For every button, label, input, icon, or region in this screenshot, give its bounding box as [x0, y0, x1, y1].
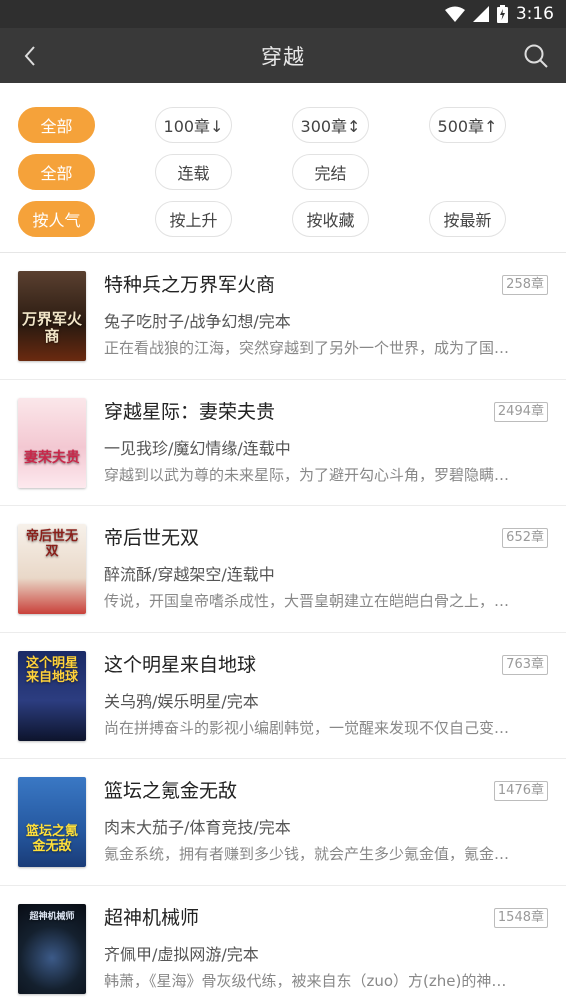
filter-row-sort: 按人气 按上升 按收藏 按最新 [0, 195, 566, 242]
book-meta: 关乌鸦/娱乐明星/完本 [104, 691, 259, 711]
status-bar: 3:16 [0, 0, 566, 28]
book-info: 篮坛之氪金无敌 1476章肉末大茄子/体育竞技/完本氪金系统，拥有者赚到多少钱，就… [104, 777, 548, 885]
book-item[interactable]: 帝后世无双 帝后世无双 652章醉流酥/穿越架空/连载中传说，开国皇帝嗜杀成性，大晋… [0, 506, 566, 633]
filter-row-status: 全部 连载 完结 [0, 148, 566, 195]
filter-length-300[interactable]: 300章↕ [292, 106, 369, 143]
page-title: 穿越 [261, 44, 305, 69]
book-title: 特种兵之万界军火商 [104, 274, 276, 296]
book-cover: 帝后世无双 [18, 524, 86, 614]
book-cover-title: 这个明星来自地球 [25, 655, 78, 686]
book-item[interactable]: 篮坛之氪金无敌 篮坛之氪金无敌 1476章 肉末大茄子/体育竞技/完本 氪金系统，拥有者… [0, 759, 566, 886]
wifi-icon [444, 6, 465, 22]
book-item[interactable]: 万界军火商 特种兵之万界军火商 258章兔子吃肘子/战争幻想/完本正在看战狼的江海，… [0, 253, 566, 380]
filter-status-all[interactable]: 全部 [18, 153, 95, 190]
app-bar: 穿越 [0, 28, 566, 83]
book-description: 正在看战狼的江海，突然穿越到了另外一个世界，成为了国… [104, 339, 510, 357]
sort-favorites[interactable]: 按收藏 [292, 200, 369, 237]
filter-length-500[interactable]: 500章↑ [429, 106, 506, 143]
book-meta: 醉流酥/穿越架空/连载中 [104, 565, 275, 584]
book-cover: 万界军火商 [18, 271, 86, 361]
book-meta: 一见我珍/魔幻情缘/连载中 [104, 438, 291, 458]
book-cover-title: 万界军火商 [22, 310, 83, 346]
chapter-count-badge: 652章 [502, 528, 548, 548]
book-list: 万界军火商 特种兵之万界军火商 258章兔子吃肘子/战争幻想/完本正在看战狼的江海，… [0, 253, 566, 1006]
book-item[interactable]: 这个明星来自地球 这个明星来自地球 763章关乌鸦/娱乐明星/完本尚在拼搏奋斗的影视… [0, 633, 566, 759]
back-button[interactable] [12, 38, 48, 74]
book-description: 传说，开国皇帝嗜杀成性，大晋皇朝建立在皑皑白骨之上，… [104, 592, 510, 610]
book-cover: 篮坛之氪金无敌 [18, 777, 86, 867]
book-info: 超神机械师 1548章齐佩甲/虚拟网游/完本韩萧，《星海》骨灰级代练，被来自东（z… [104, 904, 548, 1006]
search-button[interactable] [518, 38, 554, 74]
sort-newest[interactable]: 按最新 [429, 200, 506, 237]
book-meta: 肉末大茄子/体育竞技/完本 [104, 818, 291, 837]
book-cover-title: 超神机械师 [29, 911, 75, 922]
book-cover: 这个明星来自地球 [18, 650, 86, 741]
filter-length-all[interactable]: 全部 [18, 106, 95, 143]
chapter-count-badge: 1548章 [493, 907, 548, 928]
book-cover: 妻荣夫贵 [18, 397, 86, 488]
battery-icon [496, 5, 508, 23]
book-description: 穿越到以武为尊的未来星际，为了避开勾心斗角，罗碧隐瞒… [104, 465, 510, 484]
filter-row-length: 全部 100章↓ 300章↕ 500章↑ [0, 101, 566, 148]
book-info: 穿越星际：妻荣夫贵 2494章一见我珍/魔幻情缘/连载中穿越到以武为尊的未来星际，… [104, 398, 548, 506]
book-cover-title: 妻荣夫贵 [24, 449, 80, 466]
sort-popular[interactable]: 按人气 [18, 200, 95, 237]
book-cover: 超神机械师 [18, 903, 86, 994]
book-title: 穿越星际：妻荣夫贵 [104, 400, 276, 423]
filter-panel: 全部 100章↓ 300章↕ 500章↑ 全部 连载 完结 按人气 按上升 按收… [0, 83, 566, 253]
book-item[interactable]: 超神机械师 超神机械师 1548章齐佩甲/虚拟网游/完本韩萧，《星海》骨灰级代练，被… [0, 886, 566, 1006]
chapter-count-badge: 763章 [502, 654, 548, 675]
book-info: 这个明星来自地球 763章关乌鸦/娱乐明星/完本尚在拼搏奋斗的影视小编剧韩觉，一觉… [104, 651, 548, 759]
filter-length-100[interactable]: 100章↓ [155, 106, 232, 143]
filter-status-finished[interactable]: 完结 [292, 153, 369, 190]
signal-icon [472, 6, 489, 22]
book-meta: 齐佩甲/虚拟网游/完本 [104, 944, 259, 964]
search-icon [524, 44, 548, 68]
book-title: 帝后世无双 [104, 527, 200, 549]
book-title: 篮坛之氪金无敌 [104, 780, 238, 802]
book-title: 这个明星来自地球 [104, 653, 257, 676]
book-description: 尚在拼搏奋斗的影视小编剧韩觉，一觉醒来发现不仅自己变… [104, 718, 510, 737]
chevron-left-icon [24, 45, 35, 66]
filter-status-ongoing[interactable]: 连载 [155, 153, 232, 190]
book-item[interactable]: 妻荣夫贵 穿越星际：妻荣夫贵 2494章一见我珍/魔幻情缘/连载中穿越到以武为尊的未… [0, 380, 566, 506]
book-meta: 兔子吃肘子/战争幻想/完本 [104, 312, 291, 331]
clock: 3:16 [515, 4, 554, 24]
book-info: 特种兵之万界军火商 258章兔子吃肘子/战争幻想/完本正在看战狼的江海，突然穿越到… [104, 271, 548, 379]
chapter-count-badge: 258章 [502, 275, 548, 295]
book-title: 超神机械师 [104, 906, 200, 929]
book-description: 韩萧，《星海》骨灰级代练，被来自东（zuo）方(zhe)的神… [104, 971, 507, 990]
book-cover-title: 篮坛之氪金无敌 [25, 824, 78, 854]
book-description: 氪金系统，拥有者赚到多少钱，就会产生多少氪金值，氪金… [104, 845, 510, 863]
sort-rising[interactable]: 按上升 [155, 200, 232, 237]
chapter-count-badge: 2494章 [493, 401, 548, 422]
book-cover-title: 帝后世无双 [25, 529, 78, 559]
chapter-count-badge: 1476章 [493, 781, 548, 801]
book-info: 帝后世无双 652章醉流酥/穿越架空/连载中传说，开国皇帝嗜杀成性，大晋皇朝建立在… [104, 524, 548, 632]
